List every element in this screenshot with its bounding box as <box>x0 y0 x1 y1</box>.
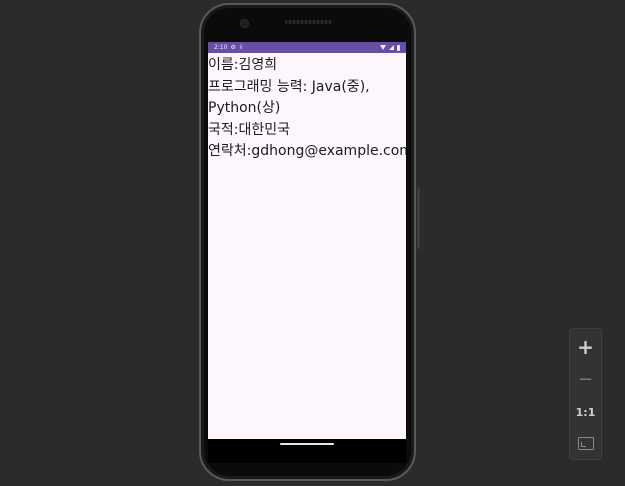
name-text: 이름:김영희 <box>208 57 278 73</box>
signal-icon <box>389 45 394 50</box>
wifi-icon <box>380 45 386 50</box>
app-screen: 2:10 ⚙ ⇩ 이름:김영희 프로그래밍 능력: Java(중), Pytho… <box>208 42 406 439</box>
nationality-text: 국적:대한민국 <box>208 121 290 138</box>
actual-size-button[interactable]: 1:1 <box>570 398 601 426</box>
gear-icon: ⚙ <box>230 44 236 51</box>
emulator-canvas: 2:10 ⚙ ⇩ 이름:김영희 프로그래밍 능력: Java(중), Pytho… <box>0 0 625 486</box>
battery-icon <box>397 44 400 51</box>
zoom-controls: + − 1:1 <box>569 328 602 460</box>
contact-text: 연락처:gdhong@example.com <box>208 143 406 159</box>
camera-icon <box>240 19 249 28</box>
fit-screen-icon <box>577 436 594 450</box>
status-time: 2:10 <box>214 44 228 51</box>
speaker-grille <box>285 20 333 24</box>
profile-text: 이름:김영희 프로그래밍 능력: Java(중), Python(상) 국적:대… <box>208 53 406 163</box>
navigation-bar <box>208 439 406 463</box>
fit-screen-button[interactable] <box>570 429 601 457</box>
power-button[interactable] <box>417 187 420 249</box>
home-gesture-bar[interactable] <box>280 443 334 445</box>
status-bar: 2:10 ⚙ ⇩ <box>208 42 406 53</box>
zoom-out-button[interactable]: − <box>570 365 601 393</box>
download-icon: ⇩ <box>238 44 244 51</box>
skills-text: 프로그래밍 능력: Java(중), Python(상) <box>208 78 370 117</box>
zoom-in-button[interactable]: + <box>570 333 601 361</box>
